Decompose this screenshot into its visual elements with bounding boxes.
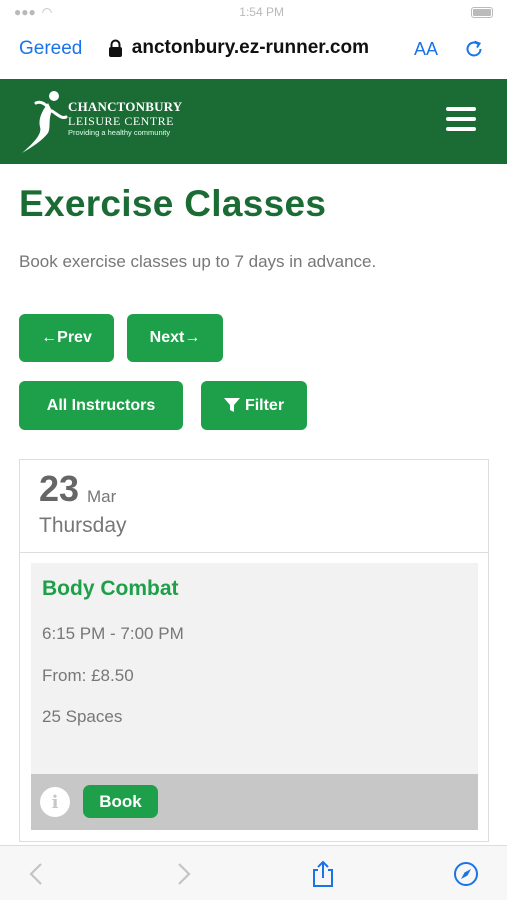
site-logo[interactable]: CHANCTONBURY LEISURE CENTRE Providing a … — [18, 87, 218, 159]
class-spaces: 25 Spaces — [42, 707, 123, 726]
info-icon[interactable]: i — [40, 787, 70, 817]
all-instructors-button[interactable]: All Instructors — [19, 381, 183, 430]
day-month: Mar — [87, 487, 117, 506]
signal-icon: ●●● — [14, 5, 36, 19]
text-size-label: AA — [414, 39, 439, 59]
done-button[interactable]: Gereed — [19, 38, 82, 60]
class-time: 6:15 PM - 7:00 PM — [42, 624, 184, 643]
back-icon[interactable] — [24, 860, 50, 888]
logo-line1: CHANCTONBURY — [68, 99, 183, 114]
status-left: ●●● ◠ — [14, 5, 52, 19]
day-header: 23 Mar Thursday — [20, 460, 488, 553]
class-name[interactable]: Body Combat — [42, 577, 179, 601]
status-time: 1:54 PM — [239, 5, 284, 19]
battery-icon — [471, 6, 493, 18]
class-item: Body Combat 6:15 PM - 7:00 PM From: £8.5… — [31, 563, 478, 830]
share-icon[interactable] — [310, 860, 336, 888]
url-field[interactable]: anctonbury.ez-runner.com — [128, 37, 369, 59]
filter-button[interactable]: Filter — [201, 381, 307, 430]
forward-icon[interactable] — [170, 860, 196, 888]
filter-label: Filter — [244, 396, 285, 414]
runner-logo-icon — [22, 91, 68, 153]
wifi-icon: ◠ — [41, 5, 53, 19]
site-header: CHANCTONBURY LEISURE CENTRE Providing a … — [0, 79, 507, 164]
menu-bar — [446, 127, 476, 131]
browser-address-bar: Gereed anctonbury.ez-runner.com AA — [0, 24, 507, 79]
day-number: 23 — [39, 468, 80, 509]
book-button[interactable]: Book — [83, 785, 158, 818]
browser-toolbar — [0, 845, 507, 900]
next-button[interactable]: Next→ — [127, 314, 223, 362]
menu-bar — [446, 117, 476, 121]
class-actions: i Book — [31, 774, 478, 830]
page-title: Exercise Classes — [19, 183, 327, 224]
class-price: From: £8.50 — [42, 666, 134, 685]
day-weekday: Thursday — [39, 514, 127, 537]
text-size-button[interactable]: AA — [414, 39, 438, 60]
filter-icon — [223, 398, 240, 412]
lock-icon — [109, 39, 122, 57]
status-bar: ●●● ◠ 1:54 PM — [0, 0, 507, 24]
logo-line2: LEISURE CENTRE — [68, 114, 174, 128]
prev-button[interactable]: ←Prev — [19, 314, 114, 362]
hamburger-menu-icon[interactable] — [446, 107, 476, 133]
reload-icon[interactable] — [462, 37, 486, 61]
compass-icon[interactable] — [453, 860, 479, 888]
logo-tagline: Providing a healthy community — [68, 128, 171, 137]
menu-bar — [446, 107, 476, 111]
day-card: 23 Mar Thursday Body Combat 6:15 PM - 7:… — [19, 459, 489, 842]
page-subtitle: Book exercise classes up to 7 days in ad… — [19, 252, 377, 271]
